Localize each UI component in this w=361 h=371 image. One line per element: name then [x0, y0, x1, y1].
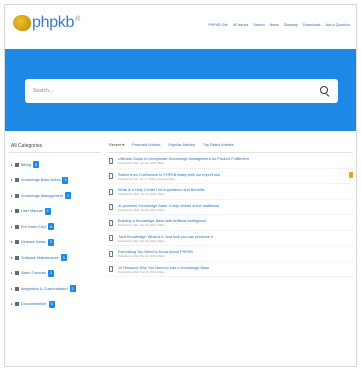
category-item-video-tutorials[interactable]: ▸ Video Tutorials 3: [9, 266, 101, 282]
category-count-badge: 6: [48, 300, 55, 308]
folder-icon: [15, 302, 19, 307]
logo-text: phpkb®: [32, 14, 80, 31]
category-label[interactable]: Documentation: [21, 302, 47, 306]
category-count-badge: 2: [69, 285, 76, 293]
category-count-badge: 2: [65, 192, 72, 200]
articles-panel: Recent ▾ Featured Articles Popular Artic…: [107, 137, 353, 366]
category-count-badge: 3: [44, 207, 51, 215]
list-item[interactable]: Tacit Knowledge: What is it, and how you…: [107, 231, 353, 246]
nav-link-search[interactable]: Search: [253, 23, 264, 27]
tab-recent[interactable]: Recent ▾: [109, 142, 124, 147]
folder-icon: [15, 286, 19, 291]
list-item[interactable]: Building a Knowledge Base with Artificia…: [107, 215, 353, 231]
article-meta: Published on Wed, Jan 11, 2023 in Blog: [118, 193, 164, 196]
category-count-badge: 3: [47, 238, 54, 246]
category-label[interactable]: Software Maintenance: [21, 256, 59, 260]
document-icon: [109, 204, 113, 210]
category-count-badge: 3: [62, 176, 69, 184]
list-item[interactable]: What is a Help Center? Its Importance an…: [107, 184, 353, 200]
folder-icon: [15, 193, 19, 198]
nav-link-glossary[interactable]: Glossary: [284, 23, 298, 27]
article-meta: Published on Mon, Dec 12, 2022 in Blog: [118, 255, 165, 258]
top-navigation: PHPKB Site All Issues Search News Glossa…: [209, 23, 351, 27]
category-item-documentation[interactable]: ▸ Documentation 6: [9, 297, 101, 313]
document-icon: [109, 250, 113, 257]
list-item[interactable]: Everything You Need to Know About PHPKB …: [107, 246, 353, 262]
category-label[interactable]: Integration & Customization: [21, 287, 68, 291]
category-item-user-manual[interactable]: ▸ User Manual 3: [9, 204, 101, 220]
folder-icon: [15, 255, 19, 260]
sidebar-title: All Categories: [9, 137, 101, 153]
logo-mark-icon: [13, 15, 31, 31]
category-label[interactable]: Release Notes: [21, 240, 46, 244]
list-item[interactable]: 10 Reasons Why You Need to Use a Knowled…: [107, 262, 353, 277]
search-banner: Search...: [5, 49, 356, 131]
category-item-release-notes[interactable]: ▸ Release Notes 3: [9, 235, 101, 251]
category-count-badge: 3: [48, 269, 55, 277]
folder-icon: [15, 271, 19, 276]
category-label[interactable]: Knowledge Base Notes: [21, 178, 60, 182]
search-input[interactable]: Search...: [33, 88, 320, 94]
folder-icon: [15, 224, 19, 229]
document-icon: [109, 173, 113, 179]
article-meta: Published on Tue, Jan 17, 2023 in Docume…: [118, 177, 176, 181]
tab-top-rated-articles[interactable]: Top Rated Articles: [203, 143, 234, 147]
list-item[interactable]: Switch from Confluence to PHPKB easily w…: [107, 169, 353, 184]
category-count-badge: 5: [33, 161, 40, 169]
document-icon: [109, 157, 113, 164]
category-label[interactable]: Pre Sales FAQ: [21, 225, 46, 229]
document-icon: [109, 266, 113, 272]
document-icon: [109, 235, 113, 241]
category-count-badge: 6: [48, 223, 55, 231]
list-item[interactable]: AI-powered Knowledge Base: A step ahead …: [107, 200, 353, 215]
article-meta: Published on Wed, Jan 04, 2023 in Blog: [118, 208, 165, 212]
document-icon: [109, 188, 113, 195]
nav-link-ask-question[interactable]: Ask a Question: [326, 23, 350, 27]
article-meta: Published on Mon, Dec 05, 2022 in Blog: [118, 270, 165, 274]
article-tabs: Recent ▾ Featured Articles Popular Artic…: [107, 137, 353, 153]
category-label[interactable]: Billing: [21, 163, 31, 167]
folder-icon: [15, 209, 19, 214]
category-sidebar: All Categories ▸ Billing 5 ▸ Knowledge B…: [9, 137, 101, 366]
category-label[interactable]: Knowledge Management: [21, 194, 63, 198]
category-item-integration-customization[interactable]: ▸ Integration & Customization 2: [9, 281, 101, 297]
nav-link-news[interactable]: News: [270, 23, 279, 27]
page-frame: phpkb® PHPKB Site All Issues Search News…: [4, 4, 357, 367]
category-item-pre-sales-faq[interactable]: ▸ Pre Sales FAQ 6: [9, 219, 101, 235]
category-item-billing[interactable]: ▸ Billing 5: [9, 157, 101, 173]
nav-link-all-issues[interactable]: All Issues: [233, 23, 248, 27]
category-label[interactable]: User Manual: [21, 209, 43, 213]
category-item-knowledge-management[interactable]: ▸ Knowledge Management 2: [9, 188, 101, 204]
rss-feed-icon[interactable]: [349, 172, 353, 178]
folder-icon: [15, 240, 19, 245]
document-icon: [109, 219, 113, 226]
category-item-software-maintenance[interactable]: ▸ Software Maintenance 3: [9, 250, 101, 266]
site-logo[interactable]: phpkb®: [13, 14, 80, 32]
list-item[interactable]: Ultimate Guide to Incorporate Knowledge …: [107, 153, 353, 169]
nav-link-downloads[interactable]: Downloads: [303, 23, 321, 27]
folder-icon: [15, 162, 19, 167]
site-header: phpkb® PHPKB Site All Issues Search News…: [5, 5, 356, 49]
tab-featured-articles[interactable]: Featured Articles: [132, 143, 161, 147]
folder-icon: [15, 178, 19, 183]
category-count-badge: 3: [60, 254, 67, 262]
search-box[interactable]: Search...: [25, 79, 338, 103]
article-meta: Published on Mon, Jan 23, 2023 in Blog: [118, 162, 164, 165]
category-item-knowledge-base-notes[interactable]: ▸ Knowledge Base Notes 3: [9, 173, 101, 189]
nav-link-phpkb-site[interactable]: PHPKB Site: [209, 23, 228, 27]
tab-popular-articles[interactable]: Popular Articles: [169, 143, 195, 147]
category-label[interactable]: Video Tutorials: [21, 271, 46, 275]
article-meta: Published on Mon, Dec 19, 2022 in Blog: [118, 239, 165, 243]
article-meta: Published on Mon, Dec 26, 2022 in Blog: [118, 224, 165, 227]
search-icon[interactable]: [320, 86, 330, 96]
